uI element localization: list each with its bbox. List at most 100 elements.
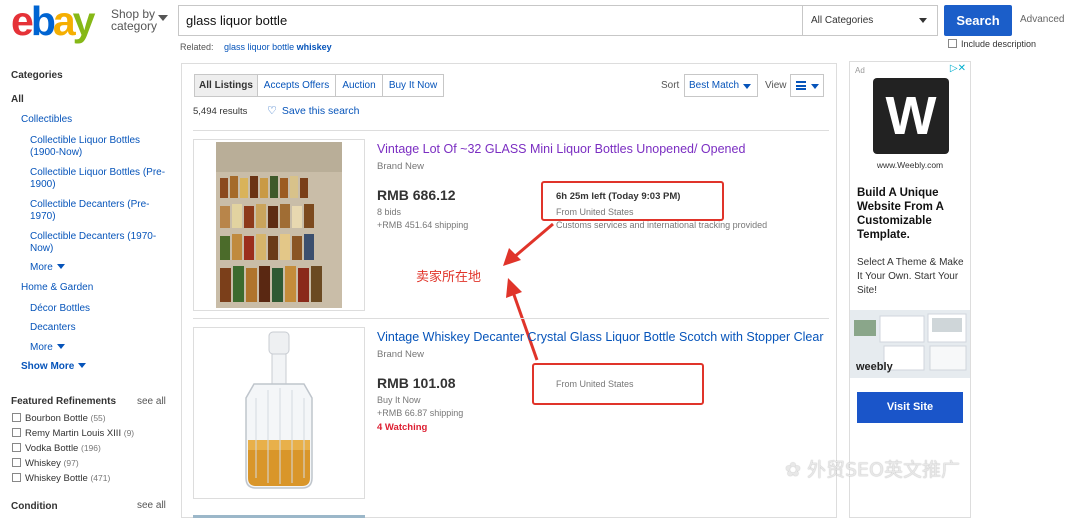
wechat-watermark: ✿ 外贸SEO英文推广 [785,455,960,482]
item-thumbnail[interactable] [193,139,365,311]
item-price: RMB 101.08 [377,375,456,391]
checkbox-icon[interactable] [12,458,21,467]
category-decor-bottles[interactable]: Décor Bottles [30,303,90,315]
item-title-link[interactable]: Vintage Lot Of ~32 GLASS Mini Liquor Bot… [377,142,745,156]
weebly-ad[interactable]: Ad ▷✕ W www.Weebly.com Build A Unique We… [849,61,971,518]
ad-body: Select A Theme & Make It Your Own. Start… [857,257,964,296]
refinement-label: Whiskey Bottle [25,473,88,484]
checkbox-icon[interactable] [12,473,21,482]
checkbox-icon[interactable] [12,443,21,452]
ad-headline: Build A Unique Website From A Customizab… [857,187,944,241]
tab-buy-it-now[interactable]: Buy It Now [382,74,444,97]
adchoices-icon[interactable]: ▷✕ [950,63,966,74]
checkbox-icon[interactable] [948,39,957,48]
see-all-condition-link[interactable]: see all [137,500,166,511]
show-more-link[interactable]: Show More [21,361,87,373]
logo-letter-a: a [52,0,76,44]
chevron-down-icon [56,264,65,269]
category-decanters-pre-1970[interactable]: Collectible Decanters (Pre- 1970) [30,199,150,223]
location-highlight-box [541,181,724,221]
whiskey-decanter-photo [194,328,364,498]
item-condition: Brand New [377,349,424,360]
wechat-icon: ✿ [785,459,801,481]
more-label: More [30,262,53,273]
condition-heading: Condition [11,501,58,512]
category-label: Collectible Liquor Bottles [30,135,141,146]
category-decanters-1970-now[interactable]: Collectible Decanters (1970- Now) [30,231,156,255]
divider [193,318,829,319]
visit-site-button[interactable]: Visit Site [857,392,963,423]
ad-domain: www.Weebly.com [876,160,944,170]
advanced-search-link[interactable]: Advanced [1020,14,1064,25]
refinement-whiskey-bottle[interactable]: Whiskey Bottle (471) [12,473,110,484]
chevron-down-icon [78,363,87,368]
item-thumbnail[interactable] [193,327,365,499]
search-bar: All Categories [178,5,938,36]
refinement-vodka-bottle[interactable]: Vodka Bottle (196) [12,443,101,454]
related-searches: Related: glass liquor bottle whiskey [180,42,332,52]
more-categories-link[interactable]: More [30,342,65,354]
view-label: View [765,80,787,91]
chevron-down-icon [56,344,65,349]
logo-letter-e: e [11,0,34,44]
refinement-whiskey[interactable]: Whiskey (97) [12,458,79,469]
refinement-count: (471) [90,473,111,483]
more-categories-link[interactable]: More [30,262,65,274]
weebly-logo-icon: W [873,78,949,154]
checkbox-icon[interactable] [12,428,21,437]
shop-by-category-button[interactable]: Shop by category [111,8,168,33]
include-description-checkbox[interactable]: Include description [948,39,1036,49]
refinement-count: (196) [81,443,101,453]
list-view-icon [796,81,806,90]
item-price: RMB 686.12 [377,187,456,203]
category-label: Collectible Decanters (1970- [30,231,157,242]
refinement-label: Remy Martin Louis XIII [25,428,122,439]
category-select-label: All Categories [811,15,874,26]
related-label: Related: [180,42,214,52]
shop-by-category-label: category [111,19,158,33]
see-all-refinements-link[interactable]: see all [137,396,166,407]
category-decanters[interactable]: Decanters [30,322,76,334]
checkbox-icon[interactable] [12,413,21,422]
liquor-bottles-photo [194,140,364,310]
annotation-label: 卖家所在地 [416,269,482,284]
refinement-count: (9) [123,428,135,438]
chevron-down-icon [158,15,168,21]
refinement-remy-martin[interactable]: Remy Martin Louis XIII (9) [12,428,134,439]
refinement-count: (55) [90,413,106,423]
search-input[interactable] [179,6,802,35]
show-more-label: Show More [21,361,75,372]
category-liquor-bottles-1900-now[interactable]: Collectible Liquor Bottles (1900-Now) [30,135,140,159]
sort-value: Best Match [689,80,740,91]
category-collectibles[interactable]: Collectibles [21,114,72,126]
category-liquor-bottles-pre-1900[interactable]: Collectible Liquor Bottles (Pre- 1900) [30,167,165,191]
weebly-brand-text: weebly [855,361,894,373]
sort-select[interactable]: Best Match [684,74,758,97]
category-label: 1970) [30,211,56,222]
category-all: All [11,94,24,105]
category-label: Now) [30,243,54,254]
ebay-logo[interactable]: ebay [11,1,95,42]
refinement-bourbon-bottle[interactable]: Bourbon Bottle (55) [12,413,106,424]
tab-auction[interactable]: Auction [335,74,383,97]
category-select[interactable]: All Categories [802,6,937,35]
ad-label: Ad [855,66,865,75]
ad-template-preview-image: weebly [850,310,970,378]
sort-label: Sort [661,80,680,91]
refinement-label: Whiskey [25,458,61,469]
refinement-label: Bourbon Bottle [25,413,88,424]
save-search-link[interactable]: ♡ Save this search [267,104,360,117]
logo-letter-y: y [72,0,96,44]
logo-letter-b: b [30,0,56,44]
item-watching-count: 4 Watching [377,422,428,433]
related-link-text: glass liquor bottle [224,42,295,52]
related-link[interactable]: glass liquor bottle whiskey [224,42,332,52]
results-count: 5,494 results [193,106,248,117]
save-search-label: Save this search [281,105,360,117]
category-home-garden[interactable]: Home & Garden [21,282,93,294]
tab-accepts-offers[interactable]: Accepts Offers [257,74,336,97]
item-title-link[interactable]: Vintage Whiskey Decanter Crystal Glass L… [377,330,824,344]
view-select[interactable] [790,74,824,97]
search-button[interactable]: Search [944,5,1012,36]
tab-all-listings[interactable]: All Listings [194,74,258,97]
